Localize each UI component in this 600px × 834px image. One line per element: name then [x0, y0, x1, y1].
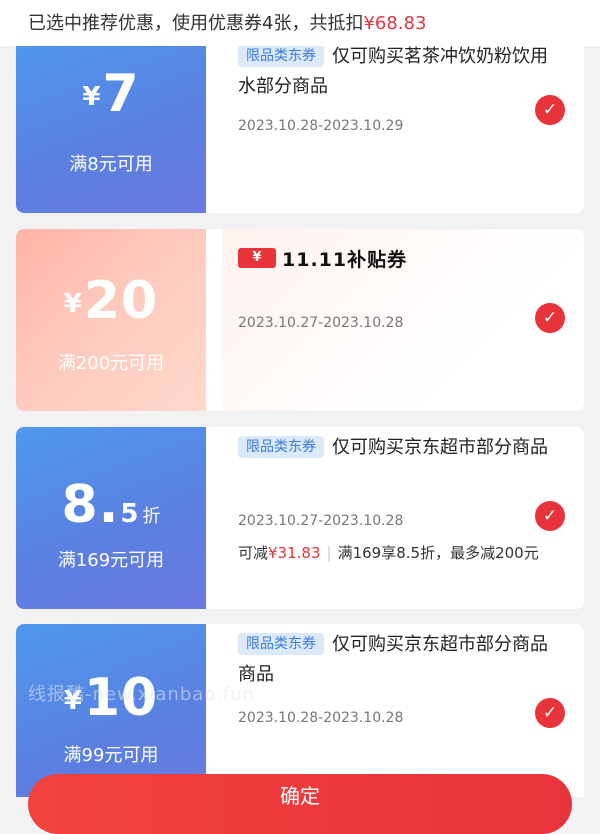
coupon-dates: 2023.10.27-2023.10.28	[238, 513, 404, 529]
coupon-value-panel: ¥7 满8元可用	[16, 46, 206, 213]
coupon-dates: 2023.10.28-2023.10.29	[238, 118, 404, 134]
double11-logo: ¥ 11.11补贴券	[238, 247, 408, 271]
coupon-details: 限品类东券 仅可购买京东超市部分商品商品 2023.10.28-2023.10.2…	[222, 624, 584, 797]
yuan-badge-icon: ¥	[238, 248, 276, 268]
category-tag: 限品类东券	[238, 633, 324, 655]
coupon-title: 限品类东券 仅可购买京东超市部分商品	[238, 433, 548, 463]
coupon-value: 8.5 折	[61, 475, 161, 535]
coupon-value-panel: ¥20 满200元可用	[16, 229, 206, 411]
coupon-dates: 2023.10.28-2023.10.28	[238, 710, 404, 726]
category-tag: 限品类东券	[238, 46, 324, 67]
coupon-details: 限品类东券 仅可购买茗茶冲饮奶粉饮用水部分商品 2023.10.28-2023.1…	[222, 46, 584, 213]
coupon-value-panel: 8.5 折 满169元可用	[16, 427, 206, 609]
coupon-details: 限品类东券 仅可购买京东超市部分商品 2023.10.27-2023.10.28 …	[222, 427, 584, 609]
check-icon[interactable]: ✓	[535, 303, 565, 333]
coupon-value-panel: ¥10 满99元可用	[16, 624, 206, 797]
coupon-condition: 满99元可用	[63, 745, 159, 766]
brand-title: 11.11补贴券	[282, 248, 408, 271]
coupon-card[interactable]: ¥10 满99元可用 限品类东券 仅可购买京东超市部分商品商品 2023.10.2…	[16, 624, 584, 797]
category-tag: 限品类东券	[238, 436, 324, 458]
watermark: 线报酷-new.xianbao.fun	[28, 684, 255, 705]
coupon-card[interactable]: 8.5 折 满169元可用 限品类东券 仅可购买京东超市部分商品 2023.10.2…	[16, 427, 584, 609]
check-icon[interactable]: ✓	[535, 698, 565, 728]
coupon-value: ¥7	[82, 64, 140, 124]
coupon-card[interactable]: ¥20 满200元可用 ¥ 11.11补贴券 2023.10.27-2023.1…	[16, 229, 584, 411]
summary-text: 已选中推荐优惠，使用优惠券4张，共抵扣	[28, 13, 364, 34]
coupon-title: 限品类东券 仅可购买茗茶冲饮奶粉饮用水部分商品	[238, 46, 548, 97]
discount-description: 可减¥31.83 | 满169享8.5折，最多减200元	[238, 544, 539, 562]
coupon-details: ¥ 11.11补贴券 2023.10.27-2023.10.28 ✓	[222, 229, 584, 411]
summary-amount: ¥68.83	[363, 13, 427, 34]
coupon-title: 限品类东券 仅可购买京东超市部分商品商品	[238, 633, 548, 685]
check-icon[interactable]: ✓	[535, 95, 565, 125]
coupon-card[interactable]: ¥7 满8元可用 限品类东券 仅可购买茗茶冲饮奶粉饮用水部分商品 2023.10.…	[16, 46, 584, 213]
coupon-dates: 2023.10.27-2023.10.28	[238, 315, 404, 331]
selection-summary: 已选中推荐优惠，使用优惠券4张，共抵扣¥68.83	[0, 0, 600, 46]
coupon-condition: 满200元可用	[57, 353, 165, 374]
check-icon[interactable]: ✓	[535, 501, 565, 531]
confirm-button[interactable]: 确定	[28, 774, 572, 834]
coupon-value: ¥20	[63, 271, 159, 331]
coupon-condition: 满169元可用	[57, 550, 165, 571]
coupon-condition: 满8元可用	[69, 154, 153, 175]
